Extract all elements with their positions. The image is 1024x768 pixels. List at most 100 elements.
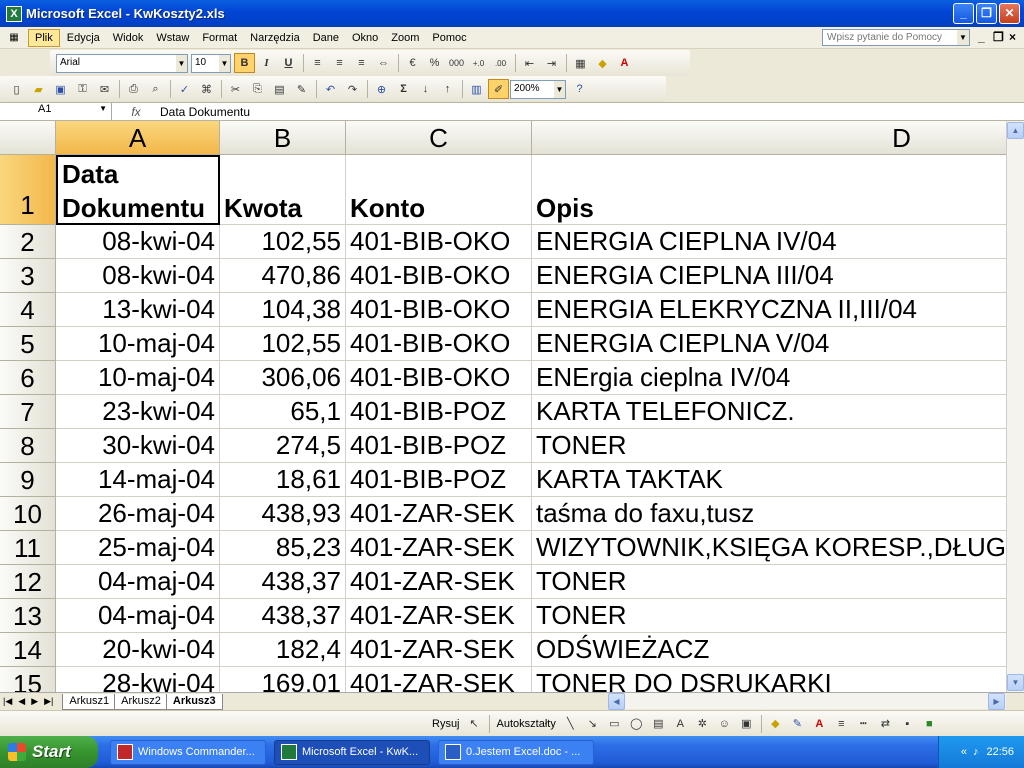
- volume-icon[interactable]: ♪: [973, 746, 979, 758]
- row-header[interactable]: 9: [0, 463, 56, 497]
- cell-description[interactable]: TONER: [532, 565, 1006, 599]
- menu-format[interactable]: Format: [196, 30, 243, 46]
- sort-ascending-icon[interactable]: ↓: [415, 79, 436, 99]
- cell-description[interactable]: ENERGIA CIEPLNA V/04: [532, 327, 1006, 361]
- menu-window[interactable]: Okno: [346, 30, 384, 46]
- cell-description[interactable]: ODŚWIEŻACZ: [532, 633, 1006, 667]
- fill-color-icon[interactable]: ◆: [592, 53, 613, 73]
- clipart-icon[interactable]: ☺: [714, 714, 735, 734]
- cell-date[interactable]: 10-maj-04: [56, 361, 220, 395]
- cell-description[interactable]: taśma do faxu,tusz: [532, 497, 1006, 531]
- menu-view[interactable]: Widok: [107, 30, 150, 46]
- thousands-button[interactable]: 000: [446, 53, 467, 73]
- cell-amount[interactable]: 102,55: [220, 225, 346, 259]
- menu-tools[interactable]: Narzędzia: [244, 30, 306, 46]
- chevron-down-icon[interactable]: ▼: [219, 54, 230, 72]
- column-header-a[interactable]: A: [56, 121, 220, 155]
- help-search-input[interactable]: Wpisz pytanie do Pomocy ▼: [822, 29, 970, 46]
- chevron-down-icon[interactable]: ▼: [554, 80, 565, 98]
- row-header[interactable]: 4: [0, 293, 56, 327]
- cell-amount[interactable]: 274,5: [220, 429, 346, 463]
- start-button[interactable]: Start: [0, 736, 98, 768]
- column-header-b[interactable]: B: [220, 121, 346, 155]
- cell-d1[interactable]: Opis: [532, 155, 1006, 225]
- horizontal-scrollbar[interactable]: ◀ ▶: [608, 693, 1006, 710]
- cell-account[interactable]: 401-BIB-OKO: [346, 225, 532, 259]
- increase-indent-icon[interactable]: ⇥: [541, 53, 562, 73]
- align-right-icon[interactable]: ≡: [351, 53, 372, 73]
- name-box[interactable]: A1 ▼: [0, 103, 112, 120]
- cell-date[interactable]: 08-kwi-04: [56, 259, 220, 293]
- font-color-icon[interactable]: A: [614, 53, 635, 73]
- cell-amount[interactable]: 169,01: [220, 667, 346, 692]
- cell-date[interactable]: 28-kwi-04: [56, 667, 220, 692]
- cell-amount[interactable]: 470,86: [220, 259, 346, 293]
- dash-style-icon[interactable]: ┅: [853, 714, 874, 734]
- row-header[interactable]: 10: [0, 497, 56, 531]
- 3d-icon[interactable]: ■: [919, 714, 940, 734]
- cell-c1[interactable]: Konto: [346, 155, 532, 225]
- draw-menu-button[interactable]: Rysuj: [428, 718, 464, 730]
- clock[interactable]: 22:56: [986, 746, 1014, 758]
- open-icon[interactable]: ▰: [28, 79, 49, 99]
- row-header[interactable]: 12: [0, 565, 56, 599]
- worksheet-grid[interactable]: A B C D 1 Data Dokumentu Kwota Konto Opi…: [0, 121, 1006, 692]
- sheet-tab-arkusz1[interactable]: Arkusz1: [62, 693, 117, 710]
- cell-description[interactable]: ENERGIA CIEPLNA III/04: [532, 259, 1006, 293]
- drawing-icon[interactable]: ✐: [488, 79, 509, 99]
- save-icon[interactable]: ▣: [50, 79, 71, 99]
- underline-button[interactable]: U: [278, 53, 299, 73]
- task-windows-commander[interactable]: Windows Commander...: [110, 739, 266, 765]
- cell-amount[interactable]: 85,23: [220, 531, 346, 565]
- cell-description[interactable]: TONER: [532, 429, 1006, 463]
- cell-description[interactable]: KARTA TELEFONICZ.: [532, 395, 1006, 429]
- cell-description[interactable]: ENERGIA ELEKRYCZNA II,III/04: [532, 293, 1006, 327]
- cell-description[interactable]: KARTA TAKTAK: [532, 463, 1006, 497]
- cell-b1[interactable]: Kwota: [220, 155, 346, 225]
- line-color-icon[interactable]: ✎: [787, 714, 808, 734]
- cell-date[interactable]: 13-kwi-04: [56, 293, 220, 327]
- chart-wizard-icon[interactable]: ▥: [466, 79, 487, 99]
- vertical-scrollbar[interactable]: ▲ ▼: [1006, 121, 1024, 692]
- permission-icon[interactable]: ⚿: [72, 79, 93, 99]
- menu-edit[interactable]: Edycja: [61, 30, 106, 46]
- row-header[interactable]: 5: [0, 327, 56, 361]
- close-button[interactable]: ✕: [999, 3, 1020, 24]
- sort-descending-icon[interactable]: ↑: [437, 79, 458, 99]
- chevron-down-icon[interactable]: ▼: [176, 54, 187, 72]
- fx-icon[interactable]: fx: [112, 105, 160, 119]
- fill-color-icon[interactable]: ◆: [765, 714, 786, 734]
- cut-icon[interactable]: ✂: [225, 79, 246, 99]
- sheet-tab-arkusz3[interactable]: Arkusz3: [165, 693, 223, 710]
- autoshapes-menu-button[interactable]: Autokształty: [493, 718, 560, 730]
- cell-date[interactable]: 26-maj-04: [56, 497, 220, 531]
- prev-sheet-icon[interactable]: ◀: [15, 696, 28, 707]
- row-header[interactable]: 2: [0, 225, 56, 259]
- cell-amount[interactable]: 102,55: [220, 327, 346, 361]
- cell-account[interactable]: 401-BIB-POZ: [346, 463, 532, 497]
- spelling-icon[interactable]: ✓: [174, 79, 195, 99]
- redo-icon[interactable]: ↷: [342, 79, 363, 99]
- cell-account[interactable]: 401-ZAR-SEK: [346, 497, 532, 531]
- cell-date[interactable]: 25-maj-04: [56, 531, 220, 565]
- line-icon[interactable]: ╲: [560, 714, 581, 734]
- next-sheet-icon[interactable]: ▶: [28, 696, 41, 707]
- line-style-icon[interactable]: ≡: [831, 714, 852, 734]
- row-header[interactable]: 7: [0, 395, 56, 429]
- format-painter-icon[interactable]: ✎: [291, 79, 312, 99]
- align-center-icon[interactable]: ≡: [329, 53, 350, 73]
- doc-minimize-button[interactable]: _: [978, 30, 985, 44]
- row-header[interactable]: 14: [0, 633, 56, 667]
- select-objects-icon[interactable]: ↖: [464, 714, 485, 734]
- cell-description[interactable]: TONER: [532, 599, 1006, 633]
- select-all-corner[interactable]: [0, 121, 56, 155]
- merge-center-icon[interactable]: ⇔: [373, 53, 394, 73]
- shadow-icon[interactable]: ▪: [897, 714, 918, 734]
- row-header[interactable]: 15: [0, 667, 56, 692]
- align-left-icon[interactable]: ≡: [307, 53, 328, 73]
- cell-account[interactable]: 401-BIB-OKO: [346, 327, 532, 361]
- cell-account[interactable]: 401-BIB-OKO: [346, 293, 532, 327]
- font-color-icon[interactable]: A: [809, 714, 830, 734]
- row-header[interactable]: 8: [0, 429, 56, 463]
- scroll-up-icon[interactable]: ▲: [1007, 122, 1024, 139]
